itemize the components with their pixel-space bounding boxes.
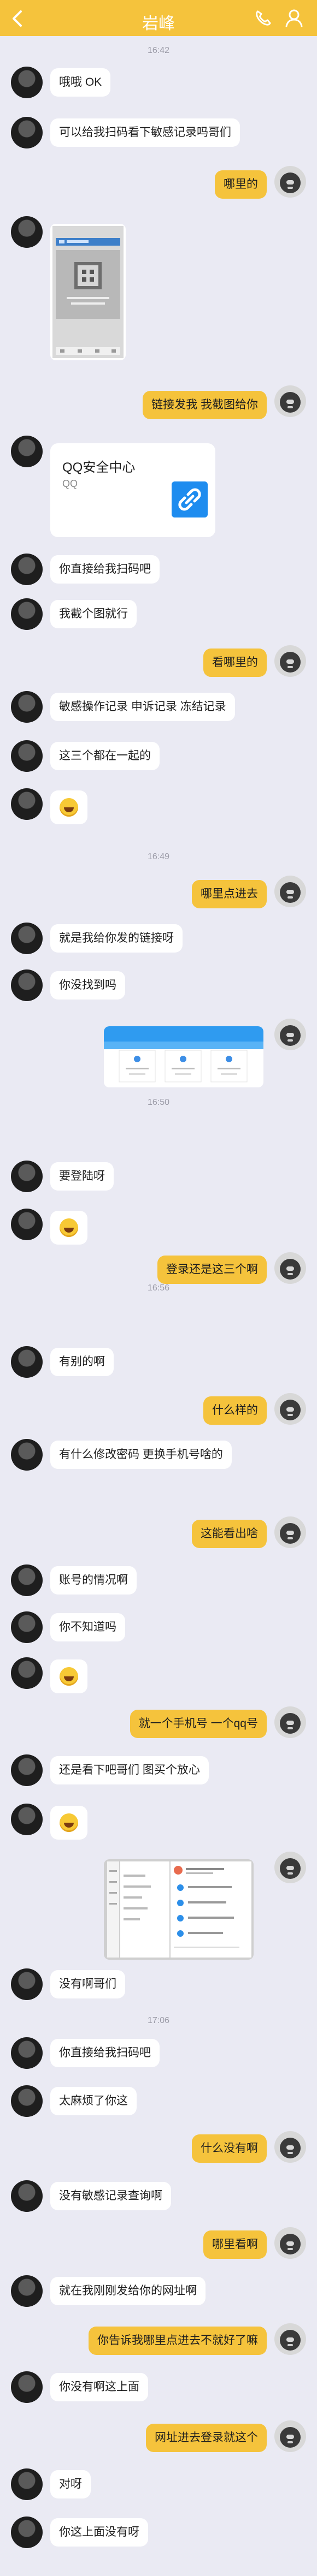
- message-bubble[interactable]: 网址进去登录就这个: [146, 2424, 267, 2452]
- contact-avatar[interactable]: [11, 67, 43, 98]
- my-avatar[interactable]: [274, 2227, 306, 2259]
- my-avatar[interactable]: [274, 166, 306, 198]
- message-bubble[interactable]: 你不知道吗: [50, 1613, 125, 1641]
- contact-avatar[interactable]: [11, 1804, 43, 1835]
- message-bubble[interactable]: 敏感操作记录 申诉记录 冻结记录: [50, 693, 235, 721]
- my-avatar[interactable]: [274, 645, 306, 677]
- my-avatar[interactable]: [274, 1393, 306, 1425]
- message-bubble[interactable]: 这三个都在一起的: [50, 742, 160, 770]
- contact-avatar[interactable]: [11, 2468, 43, 2500]
- message-bubble[interactable]: 没有敏感记录查询啊: [50, 2182, 171, 2210]
- my-avatar[interactable]: [274, 1706, 306, 1738]
- timestamp: 16:49: [147, 852, 170, 861]
- message-bubble[interactable]: 哦哦 OK: [50, 68, 111, 97]
- contact-avatar[interactable]: [11, 691, 43, 723]
- contact-avatar[interactable]: [11, 1346, 43, 1378]
- contact-avatar[interactable]: [11, 1968, 43, 2000]
- settings-screenshot[interactable]: [104, 1859, 254, 1960]
- link-icon: [172, 481, 208, 517]
- message-bubble[interactable]: 这能看出啥: [192, 1520, 267, 1548]
- my-avatar[interactable]: [274, 2131, 306, 2163]
- contact-avatar[interactable]: [11, 2516, 43, 2548]
- message-bubble[interactable]: 有别的啊: [50, 1348, 114, 1376]
- card-subtitle: QQ: [62, 478, 78, 489]
- contact-avatar[interactable]: [11, 2371, 43, 2403]
- my-avatar[interactable]: [274, 385, 306, 417]
- contact-avatar[interactable]: [11, 740, 43, 772]
- message-bubble[interactable]: 就一个手机号 一个qq号: [130, 1710, 267, 1738]
- message-bubble[interactable]: 还是看下吧哥们 图买个放心: [50, 1756, 209, 1784]
- message-bubble[interactable]: 你没找到吗: [50, 971, 125, 1000]
- contact-avatar[interactable]: [11, 1209, 43, 1240]
- contact-avatar[interactable]: [11, 1161, 43, 1192]
- grin-emoji[interactable]: [50, 1211, 87, 1245]
- message-bubble[interactable]: 可以给我扫码看下敏感记录吗哥们: [50, 118, 240, 147]
- contact-avatar[interactable]: [11, 1439, 43, 1471]
- contact-avatar[interactable]: [11, 554, 43, 585]
- message-bubble[interactable]: 哪里看啊: [203, 2230, 267, 2259]
- contact-avatar[interactable]: [11, 216, 43, 248]
- contact-avatar[interactable]: [11, 1657, 43, 1689]
- message-bubble[interactable]: 哪里点进去: [192, 880, 267, 908]
- message-bubble[interactable]: 你直接给我扫码吧: [50, 2039, 160, 2067]
- contact-avatar[interactable]: [11, 1564, 43, 1596]
- message-bubble[interactable]: 哪里的: [215, 170, 267, 199]
- link-card[interactable]: QQ安全中心 QQ: [50, 443, 215, 537]
- message-bubble[interactable]: 就是我给你发的链接呀: [50, 924, 183, 953]
- contact-avatar[interactable]: [11, 969, 43, 1001]
- my-avatar[interactable]: [274, 2323, 306, 2355]
- message-bubble[interactable]: 有什么修改密码 更换手机号啥的: [50, 1441, 232, 1469]
- qr-screenshot[interactable]: [50, 224, 126, 360]
- message-bubble[interactable]: 要登陆呀: [50, 1162, 114, 1191]
- timestamp: 17:06: [147, 2016, 170, 2025]
- message-bubble[interactable]: 你这上面没有呀: [50, 2518, 148, 2547]
- contact-avatar[interactable]: [11, 117, 43, 148]
- contact-avatar[interactable]: [11, 2180, 43, 2212]
- contact-avatar[interactable]: [11, 788, 43, 820]
- message-bubble[interactable]: 对呀: [50, 2470, 91, 2498]
- contact-avatar[interactable]: [11, 923, 43, 954]
- my-avatar[interactable]: [274, 1516, 306, 1548]
- grin-emoji[interactable]: [50, 790, 87, 824]
- timestamp: 16:42: [147, 46, 170, 55]
- message-bubble[interactable]: 登录还是这三个啊: [157, 1256, 267, 1284]
- menu-screenshot[interactable]: [104, 1026, 263, 1087]
- message-bubble[interactable]: 你告诉我哪里点进去不就好了嘛: [89, 2327, 267, 2355]
- phone-icon[interactable]: [254, 8, 272, 28]
- person-icon[interactable]: [284, 8, 304, 28]
- grin-emoji[interactable]: [50, 1659, 87, 1693]
- contact-avatar[interactable]: [11, 436, 43, 467]
- timestamp: 16:50: [147, 1098, 170, 1107]
- contact-avatar[interactable]: [11, 1754, 43, 1786]
- message-bubble[interactable]: 没有啊哥们: [50, 1970, 125, 1998]
- contact-avatar[interactable]: [11, 598, 43, 630]
- message-bubble[interactable]: 看哪里的: [203, 649, 267, 677]
- my-avatar[interactable]: [274, 2420, 306, 2452]
- message-bubble[interactable]: 链接发我 我截图给你: [143, 391, 267, 419]
- grin-emoji[interactable]: [50, 1806, 87, 1840]
- my-avatar[interactable]: [274, 876, 306, 907]
- message-bubble[interactable]: 账号的情况啊: [50, 1566, 137, 1595]
- contact-avatar[interactable]: [11, 1611, 43, 1643]
- timestamp: 16:56: [147, 1283, 170, 1293]
- card-title: QQ安全中心: [62, 460, 136, 475]
- contact-avatar[interactable]: [11, 2275, 43, 2307]
- contact-avatar[interactable]: [11, 2037, 43, 2069]
- my-avatar[interactable]: [274, 1252, 306, 1284]
- message-bubble[interactable]: 什么样的: [203, 1396, 267, 1425]
- contact-avatar[interactable]: [11, 2085, 43, 2117]
- message-bubble[interactable]: 就在我刚刚发给你的网址啊: [50, 2277, 206, 2305]
- message-bubble[interactable]: 你直接给我扫码吧: [50, 555, 160, 584]
- message-bubble[interactable]: 我截个图就行: [50, 600, 137, 628]
- chat-header: 岩峰: [0, 0, 317, 36]
- message-bubble[interactable]: 你没有啊这上面: [50, 2373, 148, 2401]
- my-avatar[interactable]: [274, 1019, 306, 1050]
- message-bubble[interactable]: 太麻烦了你这: [50, 2087, 137, 2115]
- message-bubble[interactable]: 什么没有啊: [192, 2134, 267, 2163]
- my-avatar[interactable]: [274, 1852, 306, 1883]
